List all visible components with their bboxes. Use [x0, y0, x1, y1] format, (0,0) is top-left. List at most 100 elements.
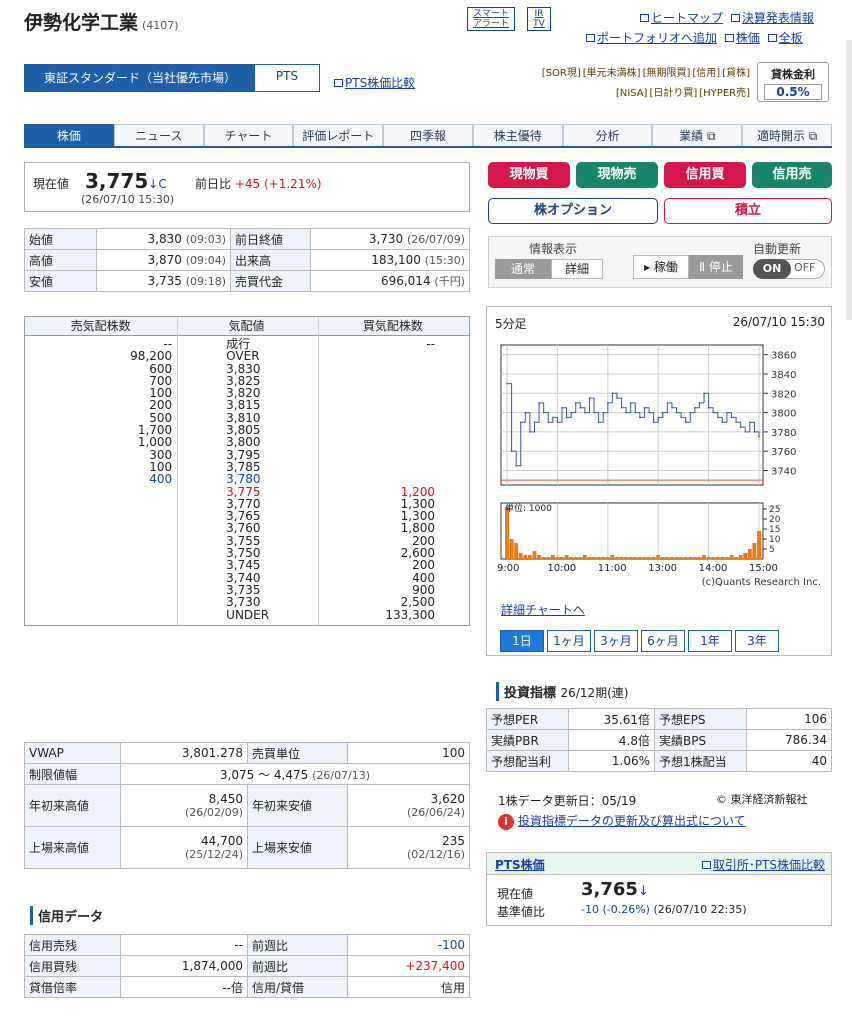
sell-qty[interactable]: 400: [25, 473, 176, 486]
shinyo-buy-button[interactable]: 信用買: [664, 162, 746, 188]
sell-qty[interactable]: [25, 559, 176, 571]
normal-view-button[interactable]: 通常: [495, 259, 551, 279]
buy-qty[interactable]: 200: [317, 534, 469, 547]
tsumitate-button[interactable]: 積立: [664, 198, 832, 224]
sell-qty[interactable]: 1,000: [25, 436, 176, 449]
quote-price[interactable]: 3,730: [176, 596, 316, 609]
quote-price[interactable]: 3,780: [176, 473, 316, 486]
market-tab-primary[interactable]: 東証スタンダード（当社優先市場）: [25, 65, 255, 91]
indicator-note-link[interactable]: 投資指標データの更新及び算出式について: [518, 814, 746, 828]
genbutsu-buy-button[interactable]: 現物買: [488, 162, 570, 188]
heatmap-link[interactable]: ヒートマップ: [640, 11, 723, 25]
buy-qty[interactable]: 133,300: [317, 608, 469, 621]
buy-qty[interactable]: [317, 461, 469, 473]
buy-qty[interactable]: [317, 424, 469, 436]
pts-title-link[interactable]: PTS株価: [495, 856, 545, 873]
down-arrow-icon: ↓: [637, 884, 649, 899]
buy-qty[interactable]: [317, 387, 469, 399]
buy-qty[interactable]: [317, 350, 469, 362]
buy-qty[interactable]: 1,300: [317, 510, 469, 523]
market-tab-pts[interactable]: PTS: [255, 65, 319, 91]
buy-qty[interactable]: [317, 363, 469, 375]
buy-qty[interactable]: [317, 412, 469, 424]
pts-compare-link[interactable]: PTS株価比較: [334, 74, 415, 91]
price-point: [657, 416, 659, 419]
genbutsu-sell-button[interactable]: 現物売: [576, 162, 658, 188]
run-button[interactable]: ▸ 稼働: [633, 255, 689, 279]
quote-price[interactable]: 3,815: [176, 399, 316, 412]
detail-chart-link[interactable]: 詳細チャートへ: [501, 601, 585, 618]
indicator-value: 4.8倍: [568, 729, 655, 751]
stop-button[interactable]: Ⅱ 停止: [689, 255, 743, 279]
kabuka-link[interactable]: 株価: [724, 31, 760, 45]
price-point: [758, 435, 760, 438]
sell-qty[interactable]: [25, 522, 176, 534]
quote-price[interactable]: 3,800: [176, 436, 316, 449]
detail-view-button[interactable]: 詳細: [551, 259, 603, 279]
period-tab[interactable]: 3ヶ月: [594, 630, 638, 652]
quote-price[interactable]: 3,745: [176, 559, 316, 572]
period-tab[interactable]: 6ヶ月: [641, 630, 685, 652]
page-scrollbar[interactable]: [846, 40, 852, 320]
buy-qty[interactable]: [317, 399, 469, 411]
toggle-on[interactable]: ON: [753, 259, 791, 279]
period-tab[interactable]: 1日: [500, 630, 544, 652]
quote-price[interactable]: 3,775: [176, 485, 316, 498]
period-tab[interactable]: 3年: [735, 630, 779, 652]
sell-qty[interactable]: [25, 535, 176, 547]
quote-price[interactable]: OVER: [176, 350, 316, 363]
buy-qty[interactable]: 1,200: [317, 485, 469, 498]
buy-qty[interactable]: 400: [317, 571, 469, 584]
quote-price[interactable]: 3,760: [176, 522, 316, 535]
volume-bar: [633, 557, 638, 559]
period-tab[interactable]: 1ヶ月: [547, 630, 591, 652]
buy-qty[interactable]: --: [317, 338, 469, 351]
buy-qty[interactable]: [317, 375, 469, 387]
tab-analysis[interactable]: 分析: [562, 124, 653, 146]
buy-qty[interactable]: 1,300: [317, 498, 469, 511]
tab-yutai[interactable]: 株主優待: [472, 124, 563, 146]
buy-qty[interactable]: 900: [317, 584, 469, 597]
kessan-link[interactable]: 決算発表情報: [730, 11, 814, 25]
option-button[interactable]: 株オプション: [488, 198, 658, 224]
sell-qty[interactable]: [25, 486, 176, 498]
buy-qty[interactable]: 1,800: [317, 522, 469, 535]
tab-shikiho[interactable]: 四季報: [383, 124, 473, 146]
sell-qty[interactable]: [25, 510, 176, 522]
buy-qty[interactable]: 2,500: [317, 596, 469, 609]
indicator-label: 予想配当利: [486, 750, 569, 772]
sell-qty[interactable]: 200: [25, 399, 176, 412]
toggle-off[interactable]: OFF: [794, 261, 815, 274]
sell-qty[interactable]: [25, 584, 176, 596]
indicator-note[interactable]: i 投資指標データの更新及び算出式について: [498, 812, 746, 830]
tab-kabuka[interactable]: 株価: [24, 124, 114, 146]
portfolio-link[interactable]: ポートフォリオへ追加: [586, 31, 717, 45]
price-point: [661, 411, 664, 414]
tab-disclosure[interactable]: 適時開示 ⧉: [742, 124, 833, 146]
lending-rate-box[interactable]: 貸株金利 0.5%: [757, 62, 829, 102]
tab-news[interactable]: ニュース: [113, 124, 204, 146]
zenban-link[interactable]: 全板: [767, 31, 803, 45]
sell-qty[interactable]: [25, 547, 176, 559]
tab-report[interactable]: 評価レポート: [293, 124, 384, 146]
buy-qty[interactable]: [317, 449, 469, 461]
tab-chart[interactable]: チャート: [203, 124, 294, 146]
period-tab[interactable]: 1年: [688, 630, 732, 652]
auto-update-toggle[interactable]: ON OFF: [753, 259, 825, 279]
ir-tv-button[interactable]: IR TV: [527, 7, 551, 31]
shinyo-sell-button[interactable]: 信用売: [752, 162, 832, 188]
sell-qty[interactable]: 98,200: [25, 350, 176, 363]
buy-qty[interactable]: [317, 436, 469, 448]
quote-price[interactable]: UNDER: [176, 608, 316, 621]
sell-qty[interactable]: [25, 596, 176, 608]
sell-qty[interactable]: [25, 572, 176, 584]
sell-qty[interactable]: [25, 498, 176, 510]
intraday-chart[interactable]: 3860 3840 3820 3800 3780 3760 3740 252015105 単位:…: [487, 337, 831, 597]
smart-alert-button[interactable]: スマート アラート: [467, 7, 515, 31]
tab-gyoseki[interactable]: 業績 ⧉: [652, 124, 743, 146]
sell-qty[interactable]: [25, 609, 176, 621]
buy-qty[interactable]: [317, 473, 469, 485]
buy-qty[interactable]: 2,600: [317, 547, 469, 560]
buy-qty[interactable]: 200: [317, 559, 469, 572]
pts-compare-link2[interactable]: 取引所･PTS株価比較: [701, 856, 825, 873]
